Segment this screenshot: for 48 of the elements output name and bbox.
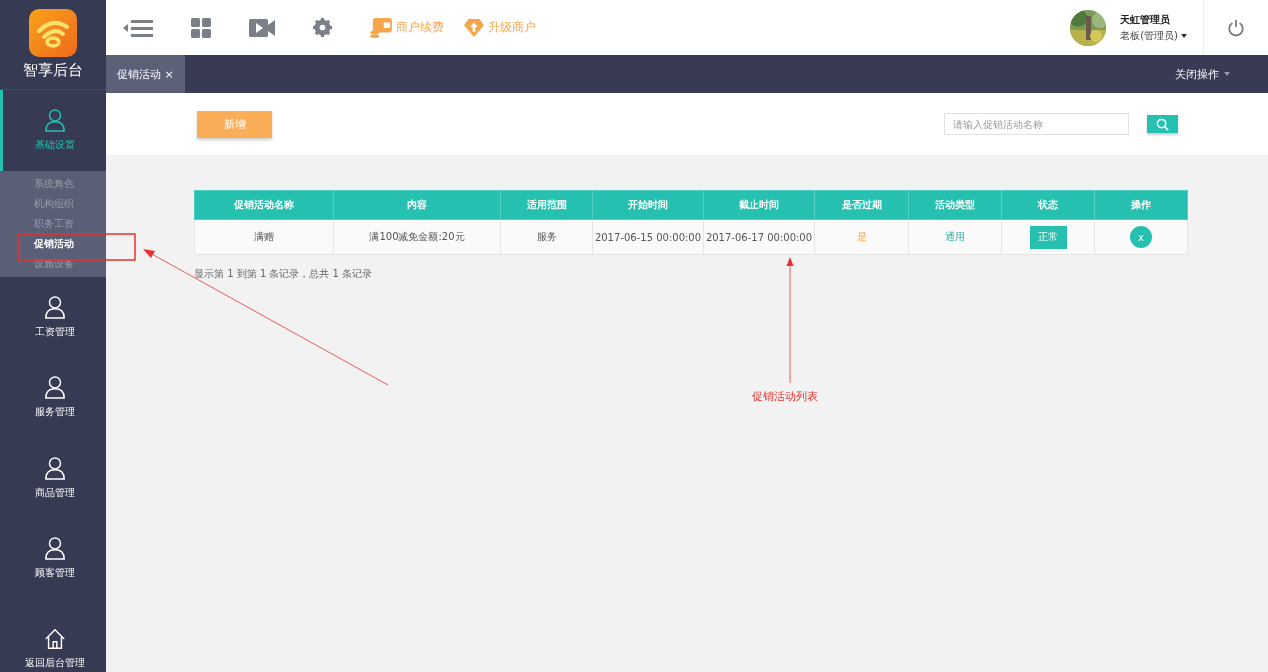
table-cell: 服务: [536, 231, 557, 242]
caret-icon: [1181, 33, 1187, 38]
column-header: 开始时间: [592, 190, 704, 220]
tab[interactable]: 促销活动 ×: [106, 55, 185, 93]
diamond-icon: [464, 17, 484, 38]
home-icon: [43, 627, 66, 650]
table-cell: 满100减免金额:20元: [369, 231, 465, 242]
user-name: 天虹管理员: [1120, 12, 1172, 27]
power-icon[interactable]: [1227, 18, 1245, 37]
user-icon: [43, 108, 66, 133]
pagination-info: 显示第 1 到第 1 条记录，总共 1 条记录: [194, 267, 374, 281]
user-icon: [43, 455, 66, 480]
activity-type: 通用: [945, 231, 965, 242]
table-cell: 满赠: [254, 231, 274, 242]
column-header: 促销活动名称: [194, 190, 334, 220]
column-header: 操作: [1094, 190, 1188, 220]
sidebar-item[interactable]: 工资管理: [0, 276, 106, 357]
wallet-icon: [370, 17, 392, 38]
logo-text: 智享后台: [23, 61, 83, 81]
search-button[interactable]: [1147, 115, 1178, 133]
video-camera-icon[interactable]: [249, 18, 275, 37]
caret-icon: [1224, 72, 1230, 76]
column-header: 状态: [1001, 190, 1095, 220]
column-header: 是否过期: [814, 190, 909, 220]
column-header: 截止时间: [703, 190, 815, 220]
sidebar-item[interactable]: 商品管理: [0, 437, 106, 518]
logo-icon: [29, 9, 77, 58]
sidebar-item[interactable]: 返回后台管理: [0, 598, 106, 672]
user-icon: [43, 294, 66, 319]
column-header: 内容: [333, 190, 501, 220]
column-header: 适用范围: [500, 190, 593, 220]
expired-status: 是: [856, 231, 867, 242]
table-cell: 2017-06-15 00:00:00: [594, 231, 702, 243]
annotation-label: 促销活动列表: [752, 389, 818, 404]
sidebar-item[interactable]: 服务管理: [0, 357, 106, 438]
sidebar-item[interactable]: 顾客管理: [0, 517, 106, 599]
search-field[interactable]: 请输入促销活动名称: [944, 113, 1129, 135]
grid-icon[interactable]: [191, 17, 211, 38]
column-header: 活动类型: [908, 190, 1002, 220]
user-role-dropdown[interactable]: 老板(管理员): [1120, 28, 1187, 43]
submenu-item[interactable]: 促销活动: [0, 233, 106, 254]
search-icon: [1156, 117, 1169, 131]
close-menu-dropdown[interactable]: 关闭操作: [1175, 55, 1268, 93]
user-icon: [43, 536, 66, 561]
menu-collapse-icon[interactable]: [123, 17, 153, 38]
settings-icon[interactable]: [313, 18, 332, 37]
table-cell: 2017-06-17 00:00:00: [705, 231, 813, 243]
user-icon: [43, 375, 66, 400]
